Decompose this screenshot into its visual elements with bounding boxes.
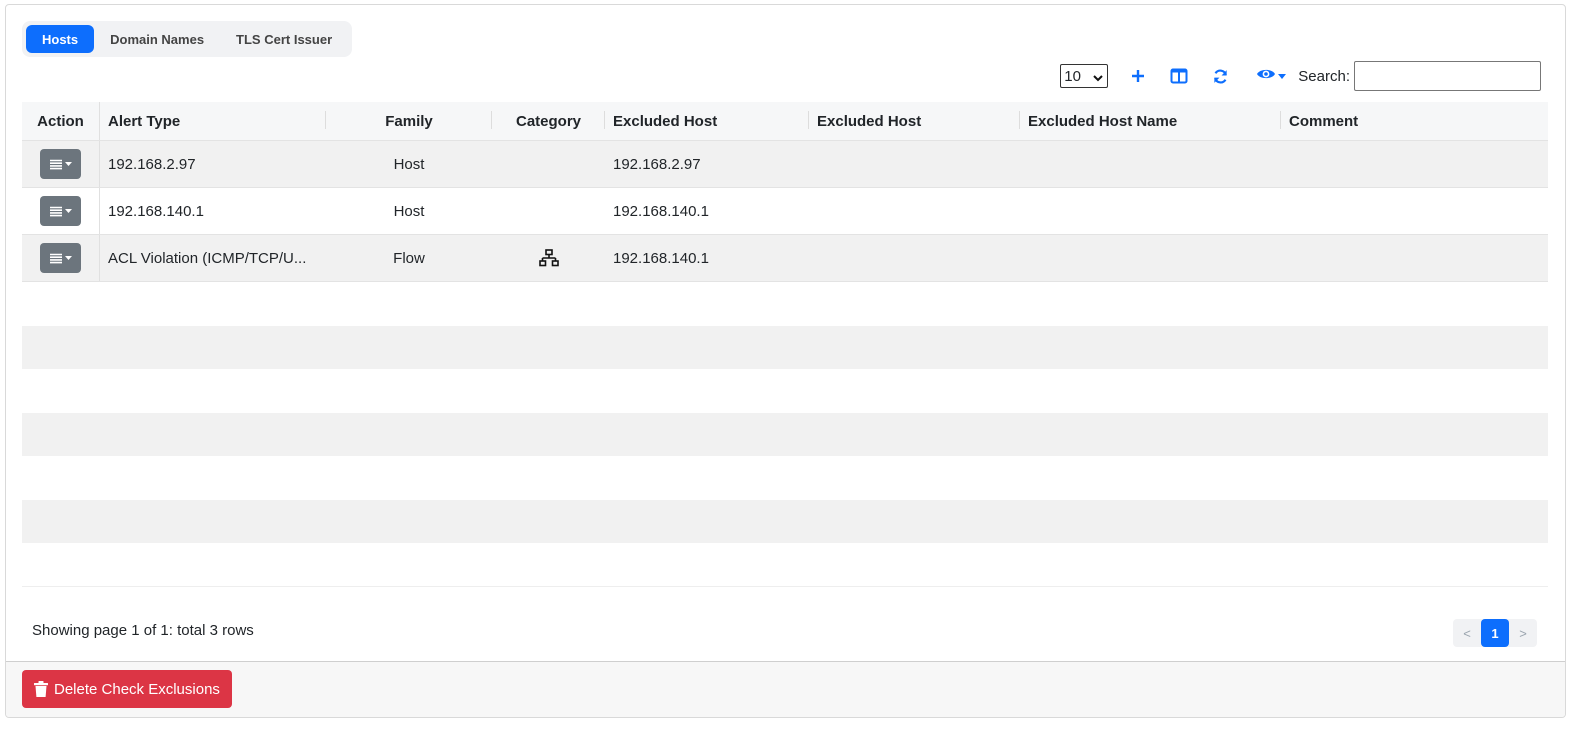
family-cell: Host [393,155,425,173]
list-icon [49,159,62,169]
caret-down-icon [64,161,72,166]
pagination-info: Showing page 1 of 1: total 3 rows [32,622,254,639]
pagination-prev[interactable]: < [1453,619,1481,647]
empty-row [22,499,1548,543]
excluded-host-name-cell [1020,235,1281,281]
network-icon [538,249,559,267]
excluded-host-cell: 192.168.2.97 [613,155,701,173]
empty-row [22,412,1548,456]
table-row: 192.168.2.97 Host 192.168.2.97 [22,140,1548,187]
family-cell: Flow [393,249,425,267]
table-row: 192.168.140.1 Host 192.168.140.1 [22,187,1548,234]
empty-row [22,456,1548,500]
excluded-host-2-cell [809,141,1020,187]
tab-hosts[interactable]: Hosts [26,25,95,53]
excluded-host-cell: 192.168.140.1 [613,202,709,220]
row-action-button[interactable] [40,196,81,226]
comment-cell [1281,188,1548,234]
tab-tls-cert-issuer[interactable]: TLS Cert Issuer [220,25,348,53]
alert-type-cell: 192.168.2.97 [108,155,196,173]
category-cell [492,188,605,234]
alert-type-cell: 192.168.140.1 [108,202,204,220]
header-category[interactable]: Category [492,102,605,140]
header-comment[interactable]: Comment [1281,102,1548,140]
alert-type-cell: ACL Violation (ICMP/TCP/U... [108,249,307,267]
row-action-button[interactable] [40,243,81,273]
action-cell [22,235,100,281]
page-size-value: 10 [1064,67,1081,85]
search-input[interactable] [1354,61,1541,91]
tab-domain-names[interactable]: Domain Names [94,25,220,53]
excluded-host-name-cell [1020,141,1281,187]
header-excluded-host[interactable]: Excluded Host [605,102,809,140]
visibility-dropdown[interactable] [1256,67,1287,86]
eye-icon [1256,67,1276,86]
row-action-button[interactable] [40,149,81,179]
header-alert-type[interactable]: Alert Type [100,102,326,140]
refresh-icon[interactable] [1210,66,1230,86]
caret-down-icon [64,208,72,213]
pagination: < 1 > [1453,619,1537,647]
delete-check-exclusions-button[interactable]: Delete Check Exclusions [22,670,232,708]
exclusions-card: Hosts Domain Names TLS Cert Issuer 10 Se… [5,4,1566,718]
header-excluded-host-2[interactable]: Excluded Host [809,102,1020,140]
caret-down-icon [64,255,72,260]
header-excluded-host-name[interactable]: Excluded Host Name [1020,102,1281,140]
search-label: Search: [1298,67,1350,85]
trash-icon [34,681,48,697]
caret-down-icon [1278,67,1287,85]
delete-button-label: Delete Check Exclusions [54,680,220,698]
action-cell [22,188,100,234]
empty-row [22,282,1548,326]
excluded-host-name-cell [1020,188,1281,234]
empty-row [22,369,1548,413]
table-row: ACL Violation (ICMP/TCP/U... Flow 192.16… [22,234,1548,281]
excluded-host-2-cell [809,235,1020,281]
empty-rows [22,281,1548,587]
header-action[interactable]: Action [22,102,100,140]
excluded-host-cell: 192.168.140.1 [613,249,709,267]
family-cell: Host [393,202,425,220]
empty-row [22,325,1548,369]
table-header: Action Alert Type Family Category Exclud… [22,102,1548,140]
exclusions-table: Action Alert Type Family Category Exclud… [22,102,1548,587]
header-family[interactable]: Family [326,102,492,140]
pagination-page-1[interactable]: 1 [1481,619,1509,647]
table-toolbar: 10 Search: [1060,61,1541,91]
excluded-host-2-cell [809,188,1020,234]
add-icon[interactable] [1128,66,1148,86]
list-icon [49,253,62,263]
pagination-next[interactable]: > [1509,619,1537,647]
card-footer: Delete Check Exclusions [6,661,1565,717]
category-cell [492,235,605,281]
tab-bar: Hosts Domain Names TLS Cert Issuer [22,21,353,57]
category-cell [492,141,605,187]
columns-icon[interactable] [1169,66,1189,86]
comment-cell [1281,141,1548,187]
page-size-select[interactable]: 10 [1060,64,1109,88]
action-cell [22,141,100,187]
chevron-down-icon [1093,70,1104,87]
comment-cell [1281,235,1548,281]
list-icon [49,206,62,216]
empty-row [22,543,1548,587]
